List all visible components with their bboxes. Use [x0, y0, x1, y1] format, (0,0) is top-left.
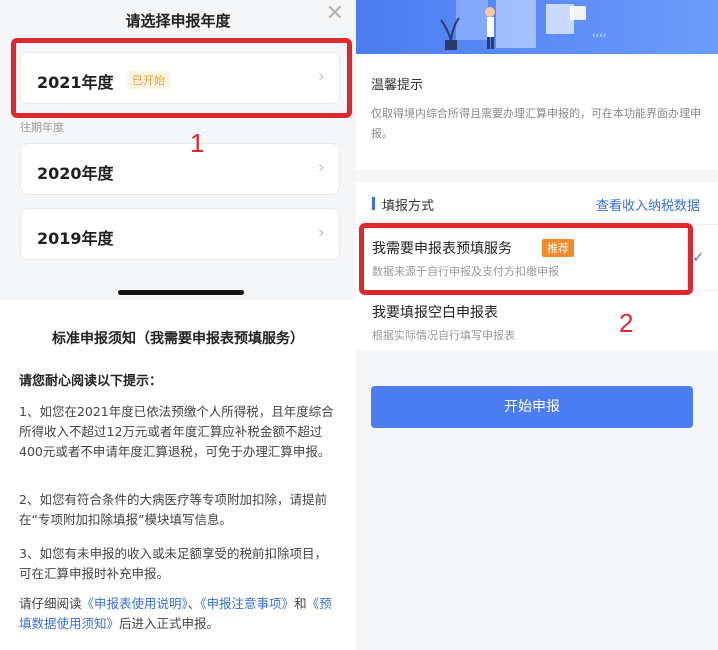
banner-illustration: ‹‹‹‹: [440, 0, 606, 50]
past-years-label: 往期年度: [20, 121, 64, 134]
chevron-right-icon: ›: [317, 222, 325, 243]
notice-read-suffix: 后进入正式申报。: [119, 616, 220, 631]
year-option-2019[interactable]: 2019年度 ›: [20, 208, 340, 260]
annotation-box-1: [11, 38, 352, 118]
sheet-title: 请选择申报年度: [125, 12, 231, 30]
filing-notes-link[interactable]: 《申报注意事项》: [200, 596, 294, 611]
notice-subtitle: 请您耐心阅读以下提示：: [19, 374, 163, 389]
year-select-panel: 请选择申报年度 ✕ 2021年度 已开始 › 往期年度 2020年度 › 201…: [0, 0, 356, 650]
usage-guide-link[interactable]: 《申报表使用说明》: [82, 596, 188, 611]
year-option-2020[interactable]: 2020年度 ›: [20, 143, 340, 195]
close-icon[interactable]: ✕: [326, 3, 344, 25]
filing-notice: 标准申报须知（我需要申报表预填服务） 请您耐心阅读以下提示： 1、如您在2021…: [0, 312, 356, 650]
separator: 、: [187, 596, 201, 611]
notice-read-prefix: 请仔细阅读: [19, 596, 82, 611]
separator: 和: [294, 596, 307, 611]
notice-paragraph-1: 1、如您在2021年度已依法预缴个人所得税，且年度综合所得收入不超过12万元或者…: [19, 404, 334, 459]
tips-title: 温馨提示: [371, 78, 424, 93]
notice-paragraph-3: 3、如您有未申报的收入或未足额享受的税前扣除项目，可在汇算申报时补充申报。: [19, 546, 327, 581]
annotation-number-1: 1: [190, 128, 205, 158]
option-description: 根据实际情况自行填写申报表: [372, 329, 515, 342]
check-icon: ✓: [692, 250, 704, 266]
filing-method-panel: ‹‹‹‹ 温馨提示 仅取得境内综合所得且需要办理汇算申报的，可在本功能界面办理申…: [356, 0, 718, 650]
start-filing-button[interactable]: 开始申报: [371, 386, 693, 428]
year-label: 2020年度: [37, 164, 114, 183]
tips-body: 仅取得境内综合所得且需要办理汇算申报的，可在本功能界面办理申报。: [371, 107, 701, 140]
notice-title: 标准申报须知（我需要申报表预填服务）: [52, 331, 304, 347]
option-title: 我要填报空白申报表: [372, 305, 498, 321]
year-label: 2019年度: [37, 229, 114, 248]
warm-tips: 温馨提示 仅取得境内综合所得且需要办理汇算申报的，可在本功能界面办理申报。: [356, 54, 718, 170]
section-accent-bar: [372, 197, 375, 210]
home-indicator: [118, 290, 244, 295]
svg-text:‹‹‹‹: ‹‹‹‹: [592, 31, 606, 41]
chevron-right-icon: ›: [317, 157, 325, 178]
notice-paragraph-4: 请仔细阅读《申报表使用说明》、《申报注意事项》和《预填数据使用须知》后进入正式申…: [19, 594, 339, 634]
notice-paragraph-2: 2、如您有符合条件的大病医疗等专项附加扣除，请提前在“专项附加扣除填报”模块填写…: [19, 492, 327, 527]
header-banner: ‹‹‹‹: [356, 0, 718, 54]
annotation-box-2: [359, 223, 693, 295]
method-title: 填报方式: [382, 199, 435, 214]
view-income-tax-data-link[interactable]: 查看收入纳税数据: [596, 195, 700, 214]
annotation-number-2: 2: [619, 308, 634, 338]
